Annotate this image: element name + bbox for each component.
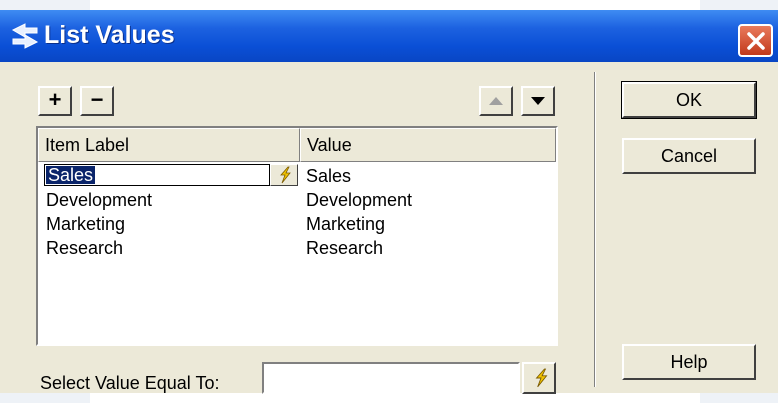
row-value: Research (306, 238, 384, 258)
list-header: Item Label Value (38, 128, 556, 162)
title-bar[interactable]: List Values (0, 10, 778, 62)
column-header-value[interactable]: Value (300, 128, 556, 162)
row-action-button[interactable] (270, 164, 298, 186)
help-button[interactable]: Help (622, 344, 756, 380)
cancel-button[interactable]: Cancel (622, 138, 756, 174)
close-icon (747, 32, 765, 50)
row-label: Development (46, 190, 153, 210)
list-values-dialog: List Values + − Item Label Value Sales S… (0, 0, 778, 394)
select-value-label: Select Value Equal To: (40, 373, 220, 393)
dialog-body: + − Item Label Value Sales Sales Develop… (0, 62, 778, 394)
list-row[interactable]: Marketing Marketing (38, 212, 556, 236)
row-value: Sales (306, 166, 352, 186)
list-row[interactable]: Development Development (38, 188, 556, 212)
list-values-icon (11, 23, 39, 49)
move-down-button[interactable] (521, 86, 555, 116)
window-title: List Values (44, 21, 175, 49)
lightning-bolt-icon (535, 368, 548, 388)
row-label: Research (46, 238, 124, 258)
vertical-divider (594, 72, 596, 387)
select-value-field[interactable] (262, 362, 520, 394)
remove-item-button[interactable]: − (80, 86, 114, 116)
triangle-up-icon (489, 97, 503, 105)
values-list[interactable]: Item Label Value Sales Sales Development… (36, 126, 558, 346)
item-label-editor[interactable]: Sales (44, 164, 270, 186)
close-button[interactable] (738, 24, 773, 57)
triangle-down-icon (531, 97, 545, 105)
move-up-button[interactable] (479, 86, 513, 116)
row-label: Marketing (46, 214, 126, 234)
row-value: Development (306, 190, 413, 210)
lightning-bolt-icon (280, 166, 291, 184)
selected-text: Sales (46, 165, 96, 185)
column-header-item-label[interactable]: Item Label (38, 128, 300, 162)
list-row[interactable]: Research Research (38, 236, 556, 260)
list-row[interactable]: Sales Sales (38, 164, 556, 188)
row-value: Marketing (306, 214, 386, 234)
ok-button[interactable]: OK (621, 81, 757, 119)
select-value-action-button[interactable] (522, 362, 556, 394)
add-item-button[interactable]: + (38, 86, 72, 116)
